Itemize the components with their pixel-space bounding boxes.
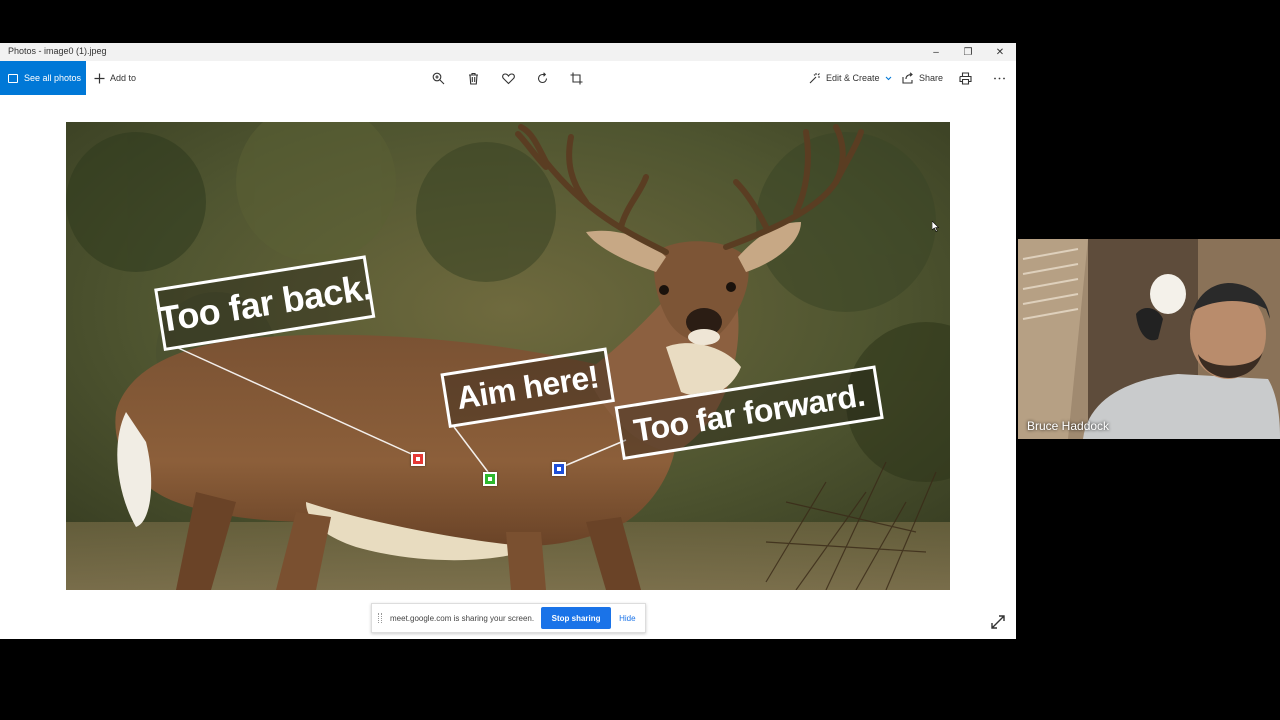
add-to-button[interactable]: Add to	[94, 61, 136, 95]
screen: Photos - image0 (1).jpeg – ❐ ✕ See all p…	[0, 0, 1280, 720]
participant-video	[1018, 239, 1280, 439]
title-bar: Photos - image0 (1).jpeg – ❐ ✕	[0, 43, 1016, 61]
participant-video-tile: Bruce Haddock	[1018, 239, 1280, 439]
share-icon	[902, 72, 913, 84]
share-label: Share	[919, 73, 944, 83]
edit-create-button[interactable]: Edit & Create	[809, 61, 892, 95]
screen-share-bar: meet.google.com is sharing your screen. …	[371, 603, 646, 633]
edit-create-icon	[809, 73, 820, 84]
see-all-photos-button[interactable]: See all photos	[0, 61, 86, 95]
photos-icon	[8, 73, 18, 83]
rotate-icon[interactable]	[534, 70, 550, 86]
share-message: meet.google.com is sharing your screen.	[390, 613, 535, 623]
chevron-down-icon	[885, 76, 891, 80]
marker-too-far-forward	[552, 462, 566, 476]
marker-too-far-back	[411, 452, 425, 466]
deer-image	[66, 122, 950, 590]
expand-icon[interactable]	[990, 614, 1006, 630]
drag-handle[interactable]	[378, 613, 382, 623]
toolbar: See all photos Add to Edit & Create Shar…	[0, 61, 1016, 95]
photos-window: Photos - image0 (1).jpeg – ❐ ✕ See all p…	[0, 43, 1016, 639]
stop-sharing-button[interactable]: Stop sharing	[541, 607, 612, 629]
crop-icon[interactable]	[568, 70, 584, 86]
see-all-photos-label: See all photos	[24, 73, 82, 83]
window-title: Photos - image0 (1).jpeg	[8, 46, 107, 56]
more-options-icon[interactable]	[991, 70, 1007, 86]
plus-icon	[94, 73, 105, 83]
minimize-button[interactable]: –	[921, 43, 951, 61]
participant-name: Bruce Haddock	[1027, 419, 1110, 433]
close-button[interactable]: ✕	[985, 43, 1015, 61]
zoom-icon[interactable]	[430, 70, 446, 86]
delete-icon[interactable]	[465, 70, 481, 86]
mouse-cursor-icon	[932, 221, 940, 232]
print-icon[interactable]	[957, 70, 973, 86]
deer-photo: Too far back. Aim here! Too far forward.	[66, 122, 950, 590]
marker-aim-here	[483, 472, 497, 486]
share-button[interactable]: Share	[902, 61, 943, 95]
add-to-label: Add to	[110, 73, 137, 83]
maximize-button[interactable]: ❐	[953, 43, 983, 61]
edit-create-label: Edit & Create	[826, 73, 880, 83]
hide-button[interactable]: Hide	[619, 614, 635, 623]
heart-icon[interactable]	[500, 70, 516, 86]
